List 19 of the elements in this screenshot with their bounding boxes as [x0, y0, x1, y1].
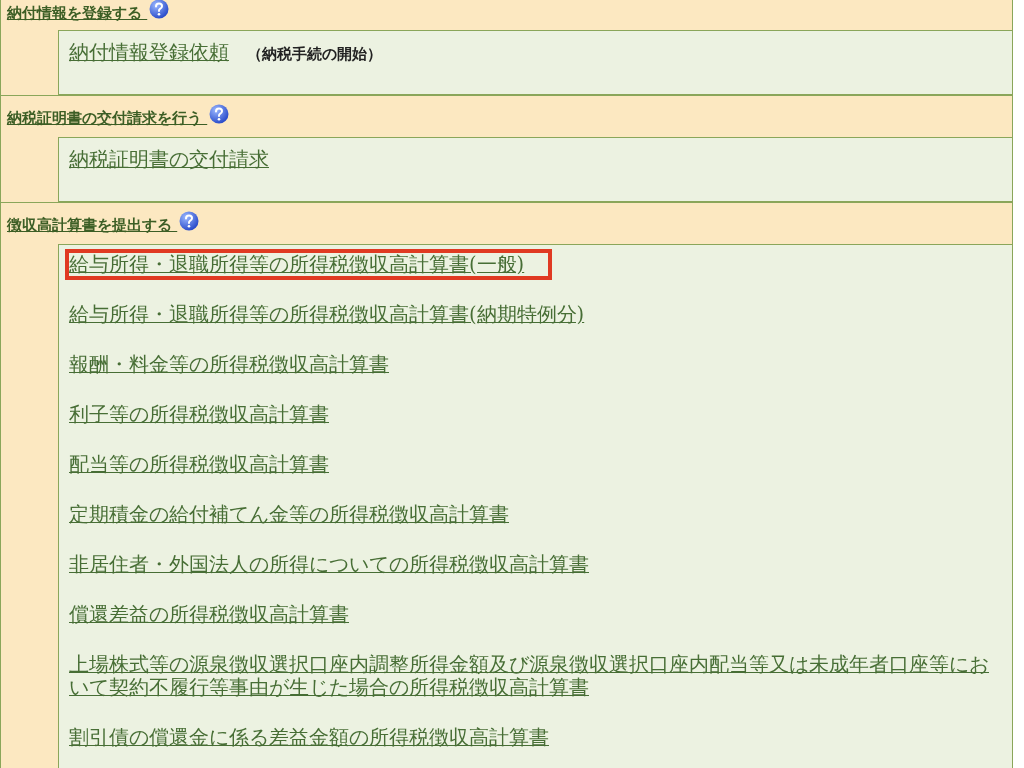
- link-note: （納税手続の開始）: [247, 45, 382, 64]
- section-link[interactable]: 徴収高計算書を提出する: [7, 216, 178, 235]
- section-link[interactable]: 納付情報を登録する: [7, 4, 148, 23]
- document-link[interactable]: 定期積金の給付補てん金等の所得税徴収高計算書: [65, 499, 515, 530]
- document-link[interactable]: 配当等の所得税徴収高計算書: [65, 449, 335, 480]
- help-icon[interactable]: [149, 0, 170, 19]
- document-link[interactable]: 上場株式等の源泉徴収選択口座内調整所得金額及び源泉徴収選択口座内配当等又は未成年者口座等において契約不履行等事由が生じた場合の所得税徴収高計算書: [65, 649, 1008, 703]
- section-link[interactable]: 納税証明書の交付請求を行う: [7, 109, 208, 128]
- help-icon[interactable]: [209, 104, 230, 124]
- document-link[interactable]: 給与所得・退職所得等の所得税徴収高計算書(納期特例分): [65, 299, 591, 330]
- document-link[interactable]: 償還差益の所得税徴収高計算書: [65, 599, 355, 630]
- document-link[interactable]: 納税証明書の交付請求: [65, 144, 275, 175]
- document-link[interactable]: 報酬・料金等の所得税徴収高計算書: [65, 349, 395, 380]
- help-icon[interactable]: [179, 211, 200, 231]
- document-link[interactable]: 給与所得・退職所得等の所得税徴収高計算書(一般): [65, 249, 553, 280]
- document-link[interactable]: 非居住者・外国法人の所得についての所得税徴収高計算書: [65, 549, 595, 580]
- document-link[interactable]: 利子等の所得税徴収高計算書: [65, 399, 335, 430]
- document-link[interactable]: 割引債の償還金に係る差益金額の所得税徴収高計算書: [65, 722, 555, 753]
- document-link[interactable]: 納付情報登録依頼: [65, 37, 235, 68]
